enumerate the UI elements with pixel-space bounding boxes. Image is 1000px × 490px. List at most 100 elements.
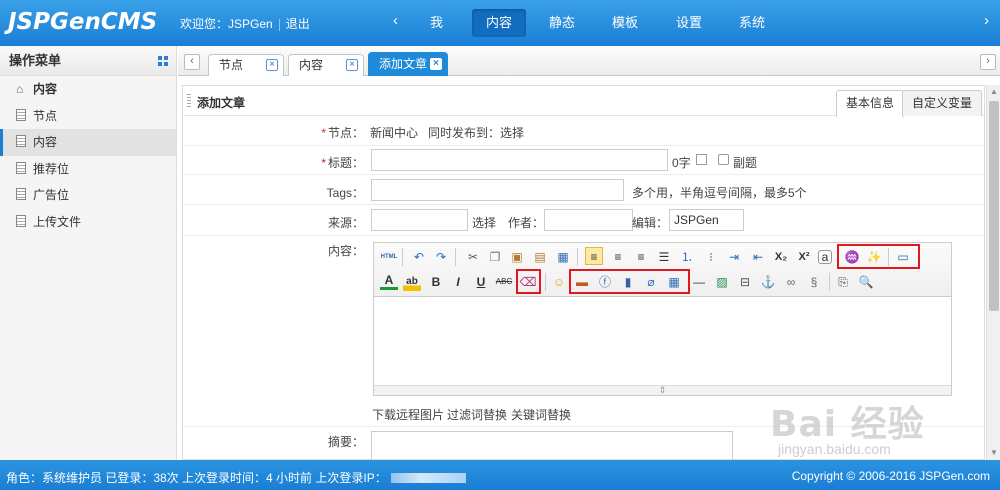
nav-item-me[interactable]: 我 xyxy=(416,9,457,37)
nav-item-content[interactable]: 内容 xyxy=(472,9,527,37)
tab-scroll-right-icon[interactable]: › xyxy=(980,54,996,70)
outdent-icon[interactable]: ⇤ xyxy=(749,248,767,266)
sidebar-item-label: 上传文件 xyxy=(33,214,82,229)
highlight-icon[interactable]: ab xyxy=(403,273,421,291)
copy-icon[interactable]: ❐ xyxy=(486,248,504,266)
pagebreak-icon[interactable]: ⊟ xyxy=(736,273,754,291)
superscript-icon[interactable]: X² xyxy=(795,248,813,266)
nav-item-template[interactable]: 模板 xyxy=(598,9,652,37)
underline-icon[interactable]: U xyxy=(472,273,490,291)
tab-add-article[interactable]: 添加文章 × xyxy=(368,52,448,76)
hr-icon[interactable]: — xyxy=(690,273,708,291)
tab-node[interactable]: 节点 × xyxy=(208,54,284,76)
sidebar-item-node[interactable]: 节点 xyxy=(0,103,176,130)
scroll-up-icon[interactable]: ▲ xyxy=(987,85,1000,99)
rich-text-editor[interactable]: HTML ↶ ↷ ✂ ❐ ▣ ▤ ▦ ≡ ≡ ≡ ☰ ⒈ ⁝ ⇥ ⇤ X₂ X²… xyxy=(373,242,952,396)
scroll-thumb[interactable] xyxy=(989,101,999,311)
bold-icon[interactable]: B xyxy=(427,273,445,291)
title-color-checkbox[interactable] xyxy=(696,154,707,165)
undo-icon[interactable]: ↶ xyxy=(410,248,428,266)
nav-prev-icon[interactable]: ‹ xyxy=(393,12,398,29)
ordered-list-icon[interactable]: ⒈ xyxy=(678,248,696,266)
align-left-icon[interactable]: ≡ xyxy=(585,247,603,265)
subtitle-checkbox[interactable] xyxy=(718,154,729,165)
logout-link[interactable]: 退出 xyxy=(286,17,310,31)
node-value: 新闻中心 xyxy=(370,126,419,140)
nav-item-settings[interactable]: 设置 xyxy=(662,9,716,37)
sidebar-item-ads[interactable]: 广告位 xyxy=(0,182,176,209)
document-icon xyxy=(16,135,26,147)
source-input[interactable] xyxy=(371,209,468,231)
tab-label: 添加文章 xyxy=(379,57,428,71)
paste-icon[interactable]: ▣ xyxy=(508,248,526,266)
sidebar-title: 操作菜单 xyxy=(9,53,62,68)
paste-text-icon[interactable]: ▤ xyxy=(531,248,549,266)
grid-icon[interactable] xyxy=(158,56,168,66)
paste-word-icon[interactable]: ▦ xyxy=(554,248,572,266)
close-icon[interactable]: × xyxy=(266,59,278,71)
image-manager-icon[interactable]: ▨ xyxy=(713,273,731,291)
sidebar-item-recommend[interactable]: 推荐位 xyxy=(0,156,176,183)
title-label: * 标题： xyxy=(321,156,364,170)
italic-icon[interactable]: I xyxy=(449,273,467,291)
divider xyxy=(577,248,578,266)
anchor-icon[interactable]: ⚓ xyxy=(759,273,777,291)
form-row-title: * 标题： 0字 副题 xyxy=(183,146,984,175)
sidebar-item-uploads[interactable]: 上传文件 xyxy=(0,209,176,236)
keyword-replace-link[interactable]: 关键词替换 xyxy=(511,406,571,423)
anchor-a-icon[interactable]: a xyxy=(818,250,832,264)
nav-item-static[interactable]: 静态 xyxy=(535,9,589,37)
tab-scroll-left-icon[interactable]: ‹ xyxy=(184,54,200,70)
tab-basic-info[interactable]: 基本信息 xyxy=(836,90,905,117)
home-icon: ⌂ xyxy=(16,82,24,96)
redo-icon[interactable]: ↷ xyxy=(432,248,450,266)
align-center-icon[interactable]: ≡ xyxy=(609,248,627,266)
tab-content[interactable]: 内容 × xyxy=(288,54,364,76)
search-replace-icon[interactable]: 🔍 xyxy=(857,273,875,291)
login-status: 角色：系统维护员 已登录：38次 上次登录时间：4 小时前 上次登录IP： xyxy=(6,469,466,486)
nav-item-system[interactable]: 系统 xyxy=(725,9,779,37)
unordered-list-icon[interactable]: ⁝ xyxy=(702,248,720,266)
strikethrough-icon[interactable]: ABC xyxy=(495,273,513,291)
tags-label: Tags： xyxy=(326,186,364,200)
font-color-icon[interactable]: A xyxy=(380,273,398,290)
unlink-icon[interactable]: § xyxy=(805,273,823,291)
source-select-link[interactable]: 选择 xyxy=(472,214,496,231)
sidebar-item-label: 内容 xyxy=(33,135,58,149)
tags-input[interactable] xyxy=(371,179,624,201)
summary-label: 摘要： xyxy=(327,435,364,449)
sidebar-item-content[interactable]: 内容 xyxy=(0,129,176,156)
title-input[interactable] xyxy=(371,149,668,171)
add-article-panel: 添加文章 基本信息 自定义变量 * 节点： 新闻中心 同时发布到：选择 * 标题： … xyxy=(182,85,985,460)
indent-icon[interactable]: ⇥ xyxy=(725,248,743,266)
emoticon-icon[interactable]: ☺ xyxy=(550,273,568,291)
divider xyxy=(829,273,830,291)
html-source-icon[interactable]: HTML xyxy=(380,248,398,266)
nav-next-icon[interactable]: › xyxy=(984,12,989,29)
sidebar-item-content-root[interactable]: ⌂ 内容 xyxy=(0,76,176,103)
editor-resize-handle[interactable]: ⇕ xyxy=(374,385,951,395)
divider xyxy=(278,18,280,31)
welcome-area: 欢迎您：JSPGen 退出 xyxy=(180,15,310,32)
vertical-scrollbar[interactable]: ▲ ▼ xyxy=(986,85,1000,460)
author-label: 作者： xyxy=(508,216,545,230)
editor-input[interactable] xyxy=(669,209,744,231)
required-mark: * xyxy=(321,126,326,140)
justify-icon[interactable]: ☰ xyxy=(655,248,673,266)
cut-icon[interactable]: ✂ xyxy=(464,248,482,266)
sync-publish-link[interactable]: 同时发布到：选择 xyxy=(428,124,524,141)
align-right-icon[interactable]: ≡ xyxy=(632,248,650,266)
close-icon[interactable]: × xyxy=(430,58,442,70)
scroll-down-icon[interactable]: ▼ xyxy=(987,446,1000,460)
link-icon[interactable]: ∞ xyxy=(782,273,800,291)
panel-title: 添加文章 xyxy=(197,96,246,110)
close-icon[interactable]: × xyxy=(346,59,358,71)
download-remote-images-link[interactable]: 下载远程图片 xyxy=(372,406,444,423)
tab-custom-vars[interactable]: 自定义变量 xyxy=(902,90,983,116)
panel-header: 添加文章 基本信息 自定义变量 xyxy=(183,86,984,117)
template-icon[interactable]: ⎘ xyxy=(834,273,852,291)
filter-words-link[interactable]: 过滤词替换 xyxy=(447,406,507,423)
author-input[interactable] xyxy=(544,209,633,231)
subscript-icon[interactable]: X₂ xyxy=(772,248,790,266)
summary-textarea[interactable] xyxy=(371,431,733,459)
